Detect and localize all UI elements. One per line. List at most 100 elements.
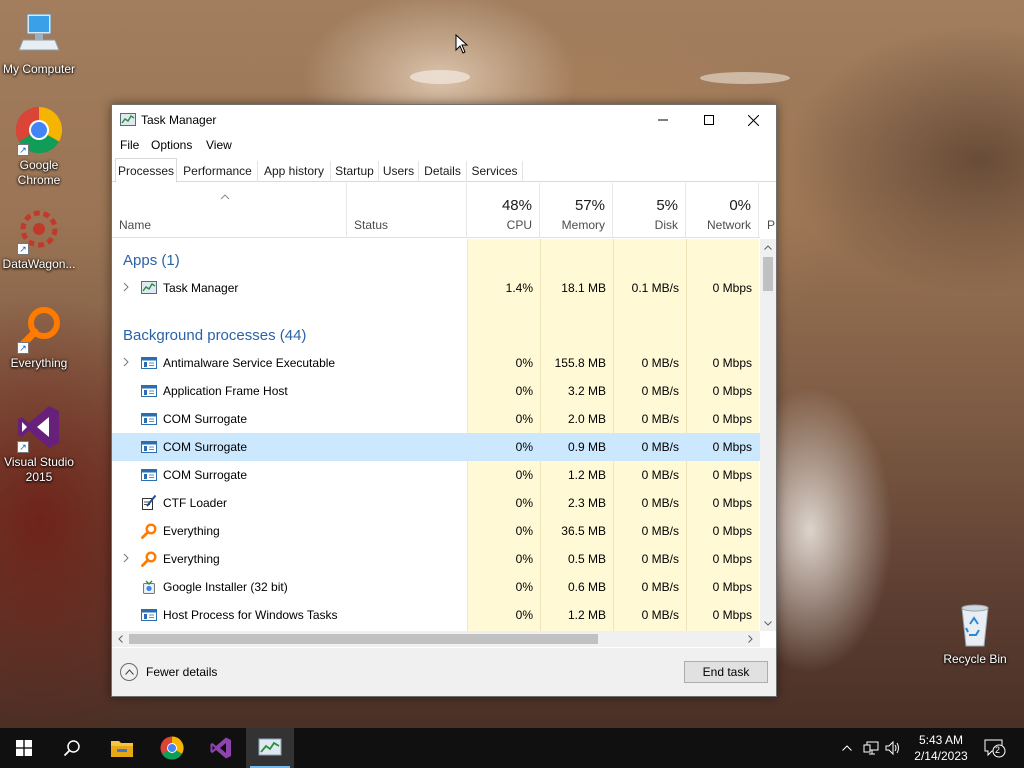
- column-label: Memory: [561, 218, 605, 232]
- network-tray-button[interactable]: [862, 739, 880, 757]
- process-row[interactable]: Everything 0% 36.5 MB 0 MB/s 0 Mbps: [112, 517, 760, 545]
- column-label: Status: [354, 218, 389, 232]
- taskbar-file-explorer[interactable]: [98, 728, 146, 768]
- volume-tray-button[interactable]: [884, 739, 902, 757]
- fewer-details-button[interactable]: Fewer details: [120, 662, 217, 682]
- tab-users[interactable]: Users: [379, 161, 419, 182]
- scroll-down-icon[interactable]: [760, 615, 776, 631]
- service-window-icon: [141, 413, 157, 425]
- service-window-icon: [141, 609, 157, 621]
- column-header-network[interactable]: 0% Network: [686, 183, 759, 238]
- task-manager-icon: [141, 281, 157, 294]
- desktop-icon-label: DataWagon...: [2, 257, 76, 271]
- shortcut-arrow-icon: ↗: [17, 144, 29, 156]
- network-total-percent: 0%: [729, 197, 751, 214]
- menu-file[interactable]: File: [120, 138, 139, 152]
- chevron-up-icon: [842, 745, 852, 751]
- tab-performance[interactable]: Performance: [178, 161, 258, 182]
- menu-view[interactable]: View: [206, 138, 232, 152]
- scroll-right-icon[interactable]: [742, 631, 758, 647]
- recycle-bin-icon: [951, 600, 999, 648]
- process-disk-value: 0 MB/s: [641, 356, 679, 370]
- tab-app-history[interactable]: App history: [258, 161, 331, 182]
- background-light: [410, 70, 470, 84]
- process-row[interactable]: CTF Loader 0% 2.3 MB 0 MB/s 0 Mbps: [112, 489, 760, 517]
- task-manager-window: Task Manager File Options View Processes…: [111, 104, 777, 697]
- process-memory-value: 1.2 MB: [567, 468, 606, 482]
- tab-startup[interactable]: Startup: [331, 161, 379, 182]
- search-button[interactable]: [48, 728, 96, 768]
- process-cpu-value: 0%: [515, 608, 533, 622]
- process-row[interactable]: COM Surrogate 0% 1.2 MB 0 MB/s 0 Mbps: [112, 461, 760, 489]
- taskbar-task-manager[interactable]: [246, 728, 294, 768]
- process-memory-value: 2.0 MB: [567, 412, 606, 426]
- desktop-icon-my-computer[interactable]: My Computer: [0, 10, 78, 77]
- show-hidden-icons-button[interactable]: [838, 739, 856, 757]
- desktop-icon-recycle-bin[interactable]: Recycle Bin: [936, 600, 1014, 667]
- expand-chevron-icon[interactable]: [122, 553, 130, 563]
- process-name: Host Process for Windows Tasks: [163, 608, 338, 622]
- action-center-button[interactable]: 2: [983, 739, 1007, 758]
- process-disk-value: 0 MB/s: [641, 608, 679, 622]
- column-header-disk[interactable]: 5% Disk: [613, 183, 686, 238]
- group-title: Background processes (44): [123, 327, 307, 344]
- desktop-icon-google-chrome[interactable]: ↗ Google Chrome: [0, 106, 78, 188]
- vertical-scrollbar[interactable]: [760, 239, 776, 631]
- process-cpu-value: 0%: [515, 580, 533, 594]
- column-label: CPU: [506, 218, 532, 232]
- process-row[interactable]: Host Process for Windows Tasks 0% 1.2 MB 0 …: [112, 601, 760, 629]
- taskbar-visual-studio[interactable]: [197, 728, 245, 768]
- horizontal-scrollbar[interactable]: [112, 631, 760, 647]
- column-header-status[interactable]: Status: [347, 183, 467, 238]
- expand-chevron-icon[interactable]: [122, 282, 130, 292]
- vertical-scroll-thumb[interactable]: [763, 257, 773, 291]
- desktop-icon-everything[interactable]: ↗ Everything: [0, 304, 78, 371]
- chevron-up-icon: [120, 663, 138, 681]
- taskbar-clock[interactable]: 5:43 AM 2/14/2023: [908, 732, 974, 764]
- expand-chevron-icon[interactable]: [122, 357, 130, 367]
- column-header-name[interactable]: Name: [112, 183, 347, 238]
- memory-total-percent: 57%: [574, 197, 605, 214]
- title-bar[interactable]: Task Manager: [112, 105, 776, 135]
- process-network-value: 0 Mbps: [712, 468, 752, 482]
- column-header-memory[interactable]: 57% Memory: [540, 183, 613, 238]
- process-disk-value: 0.1 MB/s: [631, 281, 679, 295]
- desktop-icon-datawagon[interactable]: ↗ DataWagon...: [0, 205, 78, 272]
- column-header-cpu[interactable]: 48% CPU: [467, 183, 540, 238]
- process-cpu-value: 0%: [515, 524, 533, 538]
- close-button[interactable]: [730, 105, 776, 135]
- process-network-value: 0 Mbps: [712, 412, 752, 426]
- menu-options[interactable]: Options: [151, 138, 192, 152]
- clock-time: 5:43 AM: [918, 733, 964, 747]
- tab-processes[interactable]: Processes: [115, 158, 177, 183]
- scroll-left-icon[interactable]: [112, 631, 128, 647]
- speaker-icon: [885, 741, 899, 755]
- minimize-button[interactable]: [640, 105, 686, 135]
- menu-bar: File Options View: [112, 136, 776, 156]
- scroll-up-icon[interactable]: [760, 239, 776, 255]
- process-row[interactable]: Task Manager 1.4% 18.1 MB 0.1 MB/s 0 Mbps: [112, 274, 760, 302]
- process-row[interactable]: Antimalware Service Executable 0% 155.8 MB…: [112, 349, 760, 377]
- process-row[interactable]: COM Surrogate 0% 0.9 MB 0 MB/s 0 Mbps: [112, 433, 760, 461]
- process-row[interactable]: Application Frame Host 0% 3.2 MB 0 MB/s 0 Mb…: [112, 377, 760, 405]
- process-row[interactable]: Google Installer (32 bit) 0% 0.6 MB 0 MB/s 0…: [112, 573, 760, 601]
- process-memory-value: 1.2 MB: [567, 608, 606, 622]
- process-list: Apps (1) Task Manager 1.4% 18.1 MB 0.1 MB/s 0…: [112, 239, 760, 631]
- process-name: COM Surrogate: [163, 468, 248, 482]
- desktop-icon-visual-studio[interactable]: ↗ Visual Studio 2015: [0, 403, 78, 485]
- process-memory-value: 0.9 MB: [567, 440, 606, 454]
- tab-services[interactable]: Services: [467, 161, 523, 182]
- start-button[interactable]: [0, 728, 48, 768]
- column-label: Disk: [654, 218, 678, 232]
- process-row[interactable]: COM Surrogate 0% 2.0 MB 0 MB/s 0 Mbps: [112, 405, 760, 433]
- column-header-power-clipped[interactable]: P: [759, 183, 777, 238]
- tab-details[interactable]: Details: [419, 161, 467, 182]
- end-task-button[interactable]: End task: [684, 661, 768, 683]
- horizontal-scroll-thumb[interactable]: [129, 634, 598, 644]
- process-cpu-value: 0%: [515, 412, 533, 426]
- service-window-icon: [141, 469, 157, 481]
- maximize-button[interactable]: [686, 105, 732, 135]
- cpu-total-percent: 48%: [501, 197, 532, 214]
- taskbar-chrome[interactable]: [148, 728, 196, 768]
- process-row[interactable]: Everything 0% 0.5 MB 0 MB/s 0 Mbps: [112, 545, 760, 573]
